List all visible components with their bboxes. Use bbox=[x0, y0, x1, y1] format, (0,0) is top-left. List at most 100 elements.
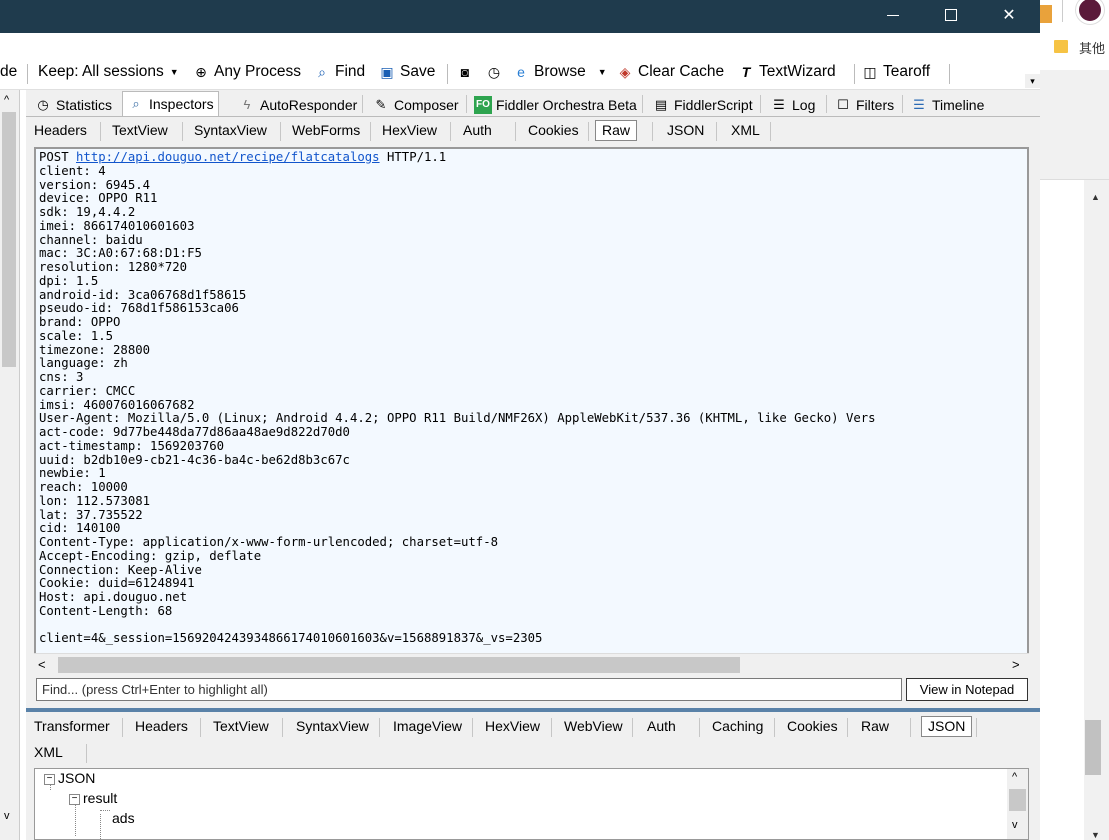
response-tab-textview[interactable]: TextView bbox=[213, 718, 269, 734]
tab-statistics[interactable]: ◷ Statistics bbox=[30, 93, 116, 117]
tab-timeline[interactable]: ☰ Timeline bbox=[906, 93, 988, 117]
scroll-thumb[interactable] bbox=[1009, 789, 1026, 811]
tab-fiddler-orchestra[interactable]: FO Fiddler Orchestra Beta bbox=[470, 93, 641, 117]
extension-icon[interactable] bbox=[1040, 5, 1052, 23]
request-tab-json[interactable]: JSON bbox=[667, 122, 704, 138]
tab-composer[interactable]: ✎ Composer bbox=[368, 93, 463, 117]
timer-button[interactable]: ◷ bbox=[485, 63, 507, 81]
scroll-down-icon[interactable]: ▼ bbox=[1091, 830, 1100, 840]
scroll-down-icon[interactable]: v bbox=[4, 810, 10, 822]
tree-node-json[interactable]: − JSON bbox=[44, 770, 95, 786]
screenshot-button[interactable]: ◙ bbox=[456, 63, 478, 81]
tab-inspectors[interactable]: ⌕ Inspectors bbox=[122, 91, 219, 116]
raw-horizontal-scrollbar[interactable]: < > bbox=[34, 653, 1029, 675]
response-tab-caching[interactable]: Caching bbox=[712, 718, 763, 734]
raw-request-view[interactable]: POST http://api.douguo.net/recipe/flatca… bbox=[34, 147, 1029, 675]
panel-splitter[interactable] bbox=[26, 708, 1040, 712]
request-tab-textview[interactable]: TextView bbox=[112, 122, 168, 138]
divider bbox=[716, 122, 717, 141]
response-tab-headers[interactable]: Headers bbox=[135, 718, 188, 734]
scroll-thumb[interactable] bbox=[58, 657, 740, 673]
scroll-up-icon[interactable]: ^ bbox=[4, 94, 9, 106]
tree-node-result[interactable]: − result bbox=[69, 790, 117, 806]
tab-autoresponder[interactable]: ϟ AutoResponder bbox=[234, 93, 361, 117]
maximize-button[interactable] bbox=[928, 0, 974, 30]
tab-fiddlerscript[interactable]: ▤ FiddlerScript bbox=[648, 93, 757, 117]
divider bbox=[826, 95, 827, 113]
divider bbox=[632, 718, 633, 737]
response-tab-hexview[interactable]: HexView bbox=[485, 718, 540, 734]
response-tab-json[interactable]: JSON bbox=[921, 716, 973, 737]
response-tab-cookies[interactable]: Cookies bbox=[787, 718, 838, 734]
any-process-button[interactable]: ⊕ Any Process bbox=[192, 63, 301, 81]
close-button[interactable]: ✕ bbox=[986, 0, 1032, 30]
request-tab-auth[interactable]: Auth bbox=[463, 122, 492, 138]
tearoff-button[interactable]: ◫ Tearoff bbox=[861, 63, 930, 81]
divider bbox=[362, 95, 363, 113]
browser-scrollbar[interactable]: ▲ ▼ bbox=[1084, 180, 1109, 840]
request-tab-cookies[interactable]: Cookies bbox=[528, 122, 579, 138]
tab-label: FiddlerScript bbox=[674, 97, 753, 113]
toolbar-cut-label: de bbox=[0, 63, 18, 80]
request-tab-webforms[interactable]: WebForms bbox=[292, 122, 360, 138]
response-tab-webview[interactable]: WebView bbox=[564, 718, 623, 734]
scroll-thumb[interactable] bbox=[1085, 720, 1101, 775]
find-button[interactable]: ⌕ Find bbox=[313, 63, 365, 81]
find-label: Find bbox=[335, 63, 366, 80]
collapse-icon[interactable]: − bbox=[44, 773, 55, 785]
divider bbox=[847, 718, 848, 737]
scroll-up-icon[interactable]: ▲ bbox=[1091, 192, 1100, 202]
divider bbox=[760, 95, 761, 113]
close-icon: ✕ bbox=[1002, 7, 1016, 24]
save-button[interactable]: ▣ Save bbox=[378, 63, 435, 81]
response-tab-syntaxview[interactable]: SyntaxView bbox=[296, 718, 369, 734]
request-tab-raw[interactable]: Raw bbox=[595, 120, 638, 141]
textwizard-button[interactable]: T TextWizard bbox=[737, 63, 836, 81]
profile-avatar[interactable] bbox=[1076, 0, 1104, 24]
timer-icon: ◷ bbox=[487, 64, 501, 80]
keep-sessions-dropdown[interactable]: Keep: All sessions ▼ bbox=[38, 63, 179, 81]
browse-label: Browse bbox=[534, 63, 586, 80]
any-process-label: Any Process bbox=[214, 63, 302, 80]
response-tab-auth[interactable]: Auth bbox=[647, 718, 676, 734]
response-tab-xml[interactable]: XML bbox=[34, 744, 63, 760]
tree-node-ads[interactable]: ads bbox=[112, 810, 135, 826]
bookmark-folder-other[interactable]: 其他 bbox=[1079, 38, 1105, 57]
response-tab-transformer[interactable]: Transformer bbox=[34, 718, 110, 734]
toolbar-cut-item[interactable]: de bbox=[0, 63, 17, 81]
tab-log[interactable]: ☰ Log bbox=[766, 93, 819, 117]
tree-line bbox=[100, 810, 110, 811]
browser-icon: e bbox=[517, 64, 525, 80]
scroll-up-icon[interactable]: ^ bbox=[1012, 771, 1017, 783]
request-tab-hexview[interactable]: HexView bbox=[382, 122, 437, 138]
scroll-right-icon[interactable]: > bbox=[1012, 657, 1020, 672]
collapse-icon[interactable]: − bbox=[69, 793, 80, 805]
divider bbox=[774, 718, 775, 737]
keep-sessions-label: Keep: All sessions bbox=[38, 63, 164, 80]
find-input[interactable]: Find... (press Ctrl+Enter to highlight a… bbox=[36, 678, 902, 701]
minimize-button[interactable] bbox=[870, 0, 916, 30]
sessions-scrollbar[interactable]: ^ v bbox=[0, 90, 20, 840]
request-tab-xml[interactable]: XML bbox=[731, 122, 760, 138]
clear-cache-icon: ◈ bbox=[619, 64, 631, 80]
request-inspector-tabs: Headers TextView SyntaxView WebForms Hex… bbox=[26, 119, 1040, 143]
clear-cache-button[interactable]: ◈ Clear Cache bbox=[616, 63, 725, 81]
scroll-thumb[interactable] bbox=[2, 112, 16, 367]
divider bbox=[949, 64, 950, 84]
browse-dropdown[interactable]: e Browse ▼ bbox=[512, 63, 607, 81]
tree-line bbox=[100, 814, 101, 839]
crosshair-icon: ⊕ bbox=[195, 64, 207, 80]
toolbar-overflow-button[interactable]: ▾ bbox=[1025, 74, 1040, 88]
scroll-left-icon[interactable]: < bbox=[38, 657, 46, 672]
response-tab-imageview[interactable]: ImageView bbox=[393, 718, 462, 734]
scroll-down-icon[interactable]: v bbox=[1012, 819, 1018, 831]
request-url-link[interactable]: http://api.douguo.net/recipe/flatcatalog… bbox=[76, 150, 380, 164]
response-tab-raw[interactable]: Raw bbox=[861, 718, 889, 734]
raw-request-text[interactable]: POST http://api.douguo.net/recipe/flatca… bbox=[39, 150, 876, 646]
tab-filters[interactable]: ☐ Filters bbox=[830, 93, 898, 117]
request-tab-syntaxview[interactable]: SyntaxView bbox=[194, 122, 267, 138]
tree-scrollbar[interactable]: ^ v bbox=[1007, 769, 1028, 839]
view-in-notepad-button[interactable]: View in Notepad bbox=[906, 678, 1028, 701]
request-tab-headers[interactable]: Headers bbox=[34, 122, 87, 138]
json-tree-view[interactable]: − JSON − result ads ^ v bbox=[34, 768, 1029, 840]
